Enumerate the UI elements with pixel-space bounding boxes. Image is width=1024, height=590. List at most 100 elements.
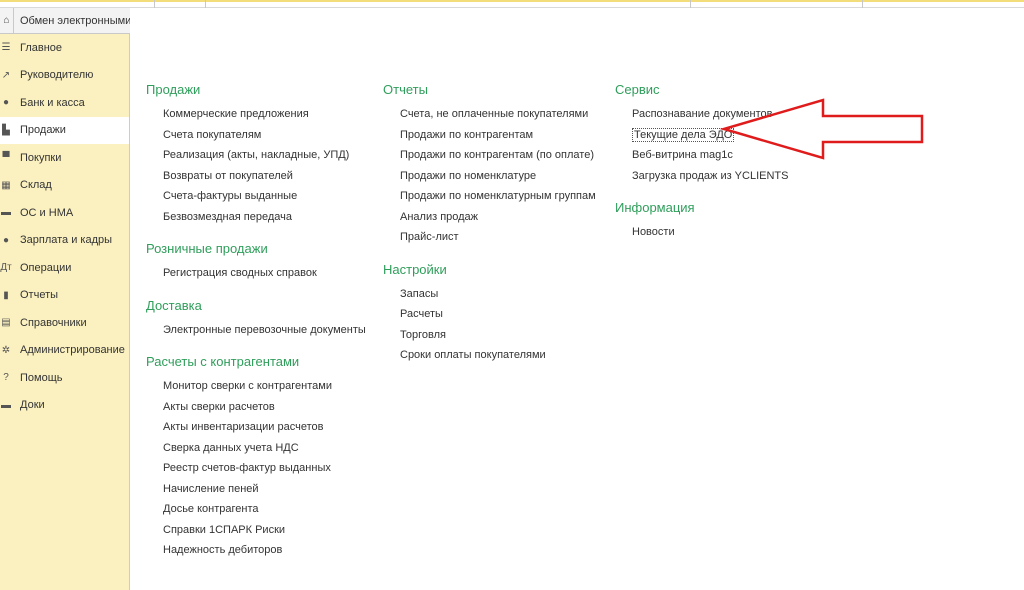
sidebar-item-label: Помощь <box>20 371 63 384</box>
menu-link[interactable]: Новости <box>615 222 788 243</box>
menu-link-label: Досье контрагента <box>163 503 259 515</box>
sidebar-item-label: Покупки <box>20 151 62 164</box>
tab-separator <box>154 0 155 8</box>
menu-link-label: Регистрация сводных справок <box>163 267 317 279</box>
sidebar-item[interactable]: ✲ Администрирование <box>0 337 129 365</box>
sidebar-item-label: Доки <box>20 399 45 412</box>
menu-link-label: Продажи по контрагентам (по оплате) <box>400 149 594 161</box>
trend-icon: ↗ <box>1 69 11 81</box>
menu-link-label: Электронные перевозочные документы <box>163 323 366 336</box>
menu-link[interactable]: Начисление пеней <box>146 479 366 500</box>
sidebar-item[interactable]: ▤ Справочники <box>0 309 129 337</box>
menu-link[interactable]: Продажи по контрагентам <box>383 125 596 146</box>
section-title: Расчеты с контрагентами <box>146 354 300 369</box>
section-title: Отчеты <box>383 82 428 97</box>
bag-icon: ▙ <box>2 124 10 136</box>
menu-link[interactable]: Счета-фактуры выданные <box>146 186 366 207</box>
menu-link[interactable]: Счета, не оплаченные покупателями <box>383 104 596 125</box>
menu-link[interactable]: Торговля <box>383 325 596 346</box>
warehouse-icon: ▦ <box>1 179 11 191</box>
menu-link-label: Безвозмездная передача <box>163 210 292 223</box>
menu-icon: ☰ <box>1 42 11 54</box>
sidebar-item[interactable]: ▬ Доки <box>0 392 129 420</box>
menu-link[interactable]: Регистрация сводных справок <box>146 263 366 284</box>
menu-link[interactable]: Акты сверки расчетов <box>146 397 366 418</box>
sidebar-item-label: Руководителю <box>20 69 94 82</box>
menu-link-label: Счета покупателям <box>163 128 262 141</box>
menu-link[interactable]: Прайс-лист <box>383 227 596 248</box>
menu-link[interactable]: Монитор сверки с контрагентами <box>146 376 366 397</box>
cart-icon: ▀ <box>2 152 10 164</box>
sidebar-item[interactable]: Дт Операции <box>0 254 129 282</box>
menu-link[interactable]: Реализация (акты, накладные, УПД) <box>146 145 366 166</box>
sidebar-item-label: Главное <box>20 41 63 54</box>
app-window: ⌂ Обмен электронными д ☰ Главное ↗ Руководи… <box>0 0 1024 590</box>
sidebar-item-label: Администрирование <box>20 344 125 357</box>
menu-link-label: Прайс-лист <box>400 231 459 243</box>
menu-link-label: Новости <box>632 226 675 238</box>
menu-link[interactable]: Расчеты <box>383 304 596 325</box>
menu-link[interactable]: Сверка данных учета НДС <box>146 438 366 459</box>
sidebar-item[interactable]: ↗ Руководителю <box>0 62 129 90</box>
menu-link-label: Акты инвентаризации расчетов <box>163 421 324 433</box>
sidebar-item-label: Отчеты <box>20 289 59 302</box>
sidebar-item[interactable]: ▙ Продажи <box>0 116 129 144</box>
red-arrow-annotation <box>720 98 924 160</box>
menu-link-label: Справки 1СПАРК Риски <box>163 523 286 536</box>
menu-link-label: Акты сверки расчетов <box>163 400 275 413</box>
book-icon: ▤ <box>1 317 11 329</box>
menu-link-label: Сроки оплаты покупателями <box>400 349 546 361</box>
menu-link[interactable]: Запасы <box>383 284 596 305</box>
menu-link[interactable]: Справки 1СПАРК Риски <box>146 520 366 541</box>
menu-link[interactable]: Безвозмездная передача <box>146 207 366 228</box>
sidebar-item-label: Операции <box>20 261 72 274</box>
menu-link[interactable]: Досье контрагента <box>146 499 366 520</box>
menu-link-label: Текущие дела ЭДО <box>632 127 735 142</box>
menu-link-label: Реестр счетов-фактур выданных <box>163 462 331 474</box>
sidebar-item[interactable]: ? Помощь <box>0 364 129 392</box>
section-title: Продажи <box>146 82 201 97</box>
menu-link[interactable]: Возвраты от покупателей <box>146 166 366 187</box>
menu-link[interactable]: Продажи по номенклатуре <box>383 166 596 187</box>
menu-link[interactable]: Счета покупателям <box>146 125 366 146</box>
menu-link-label: Расчеты <box>400 308 443 320</box>
sidebar-item[interactable]: ▦ Склад <box>0 172 129 200</box>
sidebar-item-label: Банк и касса <box>20 96 85 109</box>
bar-chart-icon: ▮ <box>3 289 9 301</box>
menu-link[interactable]: Продажи по контрагентам (по оплате) <box>383 145 596 166</box>
menu-link[interactable]: Загрузка продаж из YCLIENTS <box>615 166 788 187</box>
person-icon: ● <box>2 234 10 246</box>
sidebar-item[interactable]: ☰ Главное <box>0 34 129 62</box>
menu-link[interactable]: Акты инвентаризации расчетов <box>146 417 366 438</box>
sidebar-item[interactable]: ▀ Покупки <box>0 144 129 172</box>
coin-icon: ● <box>2 97 10 109</box>
menu-link[interactable]: Надежность дебиторов <box>146 540 366 561</box>
open-tab[interactable]: ⌂ Обмен электронными д <box>0 7 130 34</box>
sidebar-item[interactable]: ▬ ОС и НМА <box>0 199 129 227</box>
menu-link[interactable]: Анализ продаж <box>383 207 596 228</box>
sidebar-item[interactable]: ● Зарплата и кадры <box>0 227 129 255</box>
open-tab-label: Обмен электронными д <box>20 14 130 27</box>
menu-link-label: Коммерческие предложения <box>163 108 309 120</box>
sidebar-item-label: Продажи <box>20 124 66 137</box>
menu-link[interactable]: Коммерческие предложения <box>146 104 366 125</box>
menu-link[interactable]: Реестр счетов-фактур выданных <box>146 458 366 479</box>
section-title: Розничные продажи <box>146 241 268 256</box>
menu-link[interactable]: Сроки оплаты покупателями <box>383 345 596 366</box>
menu-link[interactable]: Продажи по номенклатурным группам <box>383 186 596 207</box>
tab-separator <box>690 0 691 8</box>
home-icon[interactable]: ⌂ <box>0 7 14 34</box>
gear-icon: ✲ <box>1 344 11 356</box>
sidebar-item[interactable]: ▮ Отчеты <box>0 282 129 310</box>
assets-icon: ▬ <box>1 207 11 219</box>
main-panel: Продажи Коммерческие предложения Счета пок… <box>130 8 1024 590</box>
sidebar-item[interactable]: ● Банк и касса <box>0 89 129 117</box>
sidebar-item-label: ОС и НМА <box>20 206 74 219</box>
sidebar: ☰ Главное ↗ Руководителю ● Банк и касса ▙ Прода… <box>0 34 130 590</box>
menu-link-label: Продажи по номенклатуре <box>400 169 537 182</box>
section-title: Настройки <box>383 261 447 277</box>
menu-link[interactable]: Электронные перевозочные документы <box>146 320 366 341</box>
